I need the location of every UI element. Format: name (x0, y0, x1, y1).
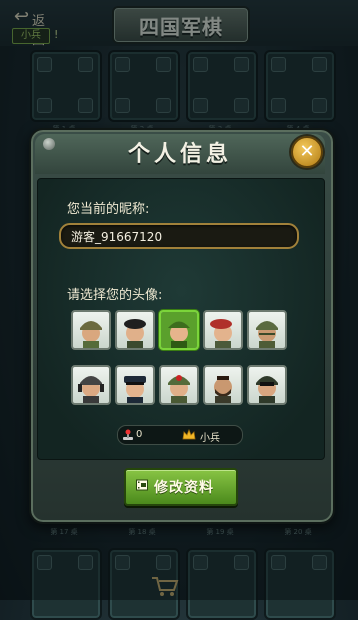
avatar-option-selected[interactable] (159, 310, 199, 350)
edit-profile-button[interactable]: 修改资料 (124, 468, 238, 506)
nickname-value: 游客_91667120 (71, 230, 163, 244)
crown-icon (182, 429, 196, 440)
avatar-option[interactable] (115, 310, 155, 350)
avatar-option[interactable] (71, 310, 111, 350)
profile-dialog: 个人信息 ✕ 您当前的昵称: 游客_91667120 请选择您的头像: 0 小兵… (29, 128, 335, 524)
avatar-option[interactable] (115, 365, 155, 405)
games-count: 0 (136, 429, 143, 440)
avatar-option[interactable] (71, 365, 111, 405)
avatar-option[interactable] (247, 365, 287, 405)
avatar-option[interactable] (247, 310, 287, 350)
film-icon (136, 479, 148, 491)
avatar-option[interactable] (203, 310, 243, 350)
edit-profile-label: 修改资料 (154, 480, 214, 496)
close-button[interactable]: ✕ (291, 136, 323, 168)
dialog-title: 个人信息 (127, 142, 232, 167)
close-icon: ✕ (299, 141, 315, 162)
joystick-icon (123, 429, 133, 440)
nickname-label: 您当前的昵称: (67, 202, 150, 217)
nickname-field[interactable]: 游客_91667120 (59, 223, 299, 249)
player-stats: 0 小兵 (117, 425, 243, 445)
avatar-option[interactable] (203, 365, 243, 405)
rank-value: 小兵 (200, 433, 220, 444)
avatar-label: 请选择您的头像: (67, 288, 163, 303)
avatar-option[interactable] (159, 365, 199, 405)
